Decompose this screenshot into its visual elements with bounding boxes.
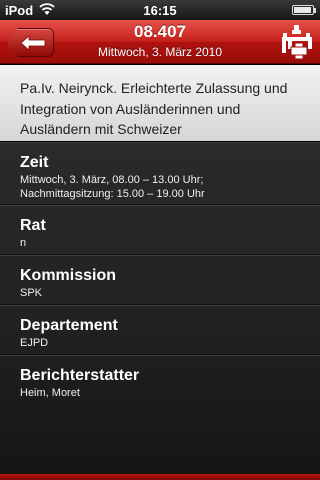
section-value: n bbox=[20, 237, 27, 249]
back-button[interactable] bbox=[6, 28, 54, 57]
section-label: Departement bbox=[20, 317, 118, 334]
battery-icon bbox=[292, 5, 316, 15]
section-label: Zeit bbox=[20, 154, 49, 171]
clock: 16:15 bbox=[143, 3, 177, 18]
navigation-bar: 08.407 Mittwoch, 3. März 2010 bbox=[0, 20, 320, 64]
section-value: SPK bbox=[20, 287, 43, 299]
section-berichterstatter: Berichterstatter Heim, Moret bbox=[0, 355, 320, 413]
left-arrow-icon bbox=[20, 35, 47, 55]
section-departement: Departement EJPD bbox=[0, 305, 320, 355]
section-label: Berichterstatter bbox=[20, 367, 140, 384]
section-value: Mittwoch, 3. März, 08.00 – 13.00 Uhr; Na… bbox=[20, 173, 300, 201]
bottom-accent-strip bbox=[0, 474, 320, 480]
page-title: 08.407 bbox=[134, 22, 186, 41]
parliament-cross-logo-icon bbox=[280, 24, 314, 60]
section-label: Kommission bbox=[20, 267, 117, 284]
section-value: EJPD bbox=[20, 337, 49, 349]
item-title: Pa.Iv. Neirynck. Erleichterte Zulassung … bbox=[0, 65, 320, 142]
page-subtitle: Mittwoch, 3. März 2010 bbox=[97, 45, 223, 59]
section-value-line: Mittwoch, 3. März, 08.00 – 13.00 Uhr; bbox=[20, 174, 204, 186]
section-value-line: Nachmittagsitzung: 15.00 – 19.00 Uhr bbox=[20, 188, 205, 200]
battery-level bbox=[294, 7, 311, 13]
section-value: Heim, Moret bbox=[20, 387, 80, 399]
section-zeit: Zeit Mittwoch, 3. März, 08.00 – 13.00 Uh… bbox=[0, 142, 320, 205]
detail-content[interactable]: Pa.Iv. Neirynck. Erleichterte Zulassung … bbox=[0, 65, 320, 480]
section-rat: Rat n bbox=[0, 205, 320, 255]
status-bar: iPod 16:15 bbox=[0, 0, 320, 20]
section-kommission: Kommission SPK bbox=[0, 255, 320, 305]
section-label: Rat bbox=[20, 217, 46, 234]
